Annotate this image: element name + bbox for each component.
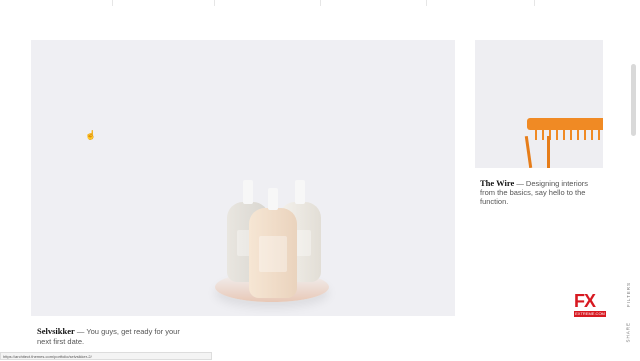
top-divider (0, 0, 640, 10)
chair-rail (527, 118, 603, 130)
chair-mesh (535, 130, 603, 140)
side-caption[interactable]: The Wire — Designing interiors from the … (480, 178, 590, 207)
bottle-center (249, 188, 297, 298)
scrollbar-thumb[interactable] (631, 64, 636, 136)
logo-text: EXTREME.COM (574, 311, 606, 317)
share-toggle[interactable]: SHARE (626, 322, 631, 343)
filters-toggle[interactable]: FILTERS (626, 282, 631, 307)
hand-cursor-icon: ☝ (85, 130, 97, 140)
portfolio-item-side[interactable] (475, 40, 603, 168)
side-title[interactable]: The Wire (480, 178, 514, 188)
portfolio-item-main[interactable]: ☝ (31, 40, 455, 316)
main-title[interactable]: Selvsikker (37, 326, 75, 336)
logo-mark: FX (574, 291, 596, 311)
chair-leg (547, 136, 550, 168)
status-bar-url: https://architect.themes.com/portfolio/s… (0, 352, 212, 360)
chair-leg (524, 135, 533, 168)
site-logo: FX EXTREME.COM (574, 292, 606, 318)
main-caption[interactable]: Selvsikker — You guys, get ready for you… (37, 326, 187, 347)
